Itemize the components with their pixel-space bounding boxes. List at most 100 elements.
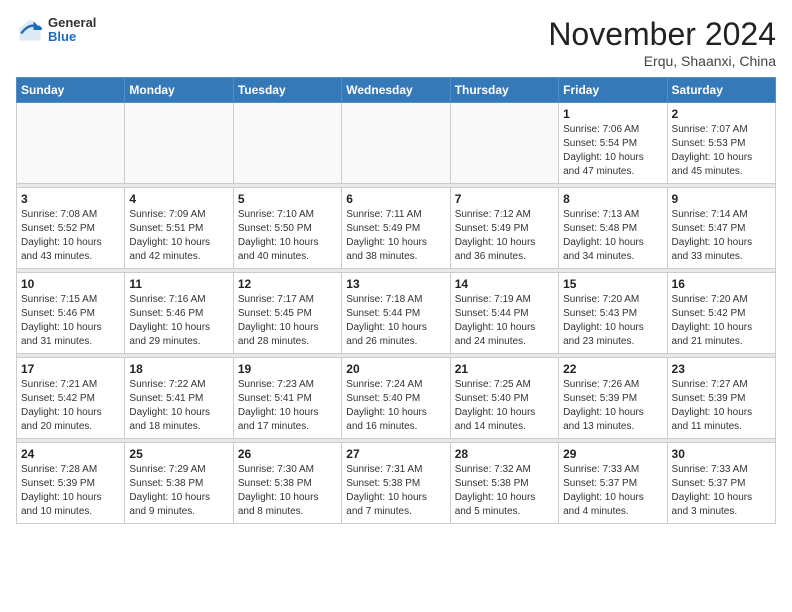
day-info: Sunrise: 7:09 AM Sunset: 5:51 PM Dayligh… [129,208,228,264]
day-number: 29 [563,447,662,461]
calendar-cell: 26 Sunrise: 7:30 AM Sunset: 5:38 PM Dayli… [233,443,341,524]
calendar-week-row: 24Sunrise: 7:28 AM Sunset: 5:39 PM Dayli… [17,443,776,524]
calendar-cell: 5Sunrise: 7:10 AM Sunset: 5:50 PM Daylig… [233,188,341,269]
calendar-cell: 28 Sunrise: 7:32 AM Sunset: 5:38 PM Dayli… [450,443,558,524]
day-info: Sunrise: 7:12 AM Sunset: 5:49 PM Dayligh… [455,208,554,264]
day-info: Sunrise: 7:30 AM Sunset: 5:38 PM Dayligh… [238,463,337,519]
calendar-week-row: 3 Sunrise: 7:08 AM Sunset: 5:52 PM Daylig… [17,188,776,269]
day-info: Sunrise: 7:22 AM Sunset: 5:41 PM Dayligh… [129,378,228,434]
calendar-cell: 11 Sunrise: 7:16 AM Sunset: 5:46 PM Dayli… [125,273,233,354]
day-info: Sunrise: 7:08 AM Sunset: 5:52 PM Dayligh… [21,208,120,264]
weekday-header-monday: Monday [125,78,233,103]
calendar-cell: 1 Sunrise: 7:06 AM Sunset: 5:54 PM Daylig… [559,103,667,184]
day-info: Sunrise: 7:07 AM Sunset: 5:53 PM Dayligh… [672,123,771,179]
day-number: 27 [346,447,445,461]
day-number: 17 [21,362,120,376]
day-number: 10 [21,277,120,291]
day-info: Sunrise: 7:14 AM Sunset: 5:47 PM Dayligh… [672,208,771,264]
day-number: 11 [129,277,228,291]
day-info: Sunrise: 7:31 AM Sunset: 5:38 PM Dayligh… [346,463,445,519]
calendar-cell: 15 Sunrise: 7:20 AM Sunset: 5:43 PM Dayli… [559,273,667,354]
day-number: 12 [238,277,337,291]
calendar-cell: 20Sunrise: 7:24 AM Sunset: 5:40 PM Dayli… [342,358,450,439]
day-number: 22 [563,362,662,376]
calendar-week-row: 17 Sunrise: 7:21 AM Sunset: 5:42 PM Dayli… [17,358,776,439]
logo-line2: Blue [48,30,96,44]
calendar-cell: 16Sunrise: 7:20 AM Sunset: 5:42 PM Dayli… [667,273,775,354]
day-number: 3 [21,192,120,206]
calendar-cell: 19 Sunrise: 7:23 AM Sunset: 5:41 PM Dayli… [233,358,341,439]
calendar-cell [233,103,341,184]
day-number: 21 [455,362,554,376]
day-number: 23 [672,362,771,376]
calendar-cell: 22 Sunrise: 7:26 AM Sunset: 5:39 PM Dayli… [559,358,667,439]
day-number: 7 [455,192,554,206]
logo-icon [16,16,44,44]
day-number: 26 [238,447,337,461]
calendar-cell [450,103,558,184]
day-number: 2 [672,107,771,121]
page-header: General Blue November 2024 Erqu, Shaanxi… [16,16,776,69]
calendar-cell: 2 Sunrise: 7:07 AM Sunset: 5:53 PM Daylig… [667,103,775,184]
weekday-header-saturday: Saturday [667,78,775,103]
day-number: 28 [455,447,554,461]
day-info: Sunrise: 7:32 AM Sunset: 5:38 PM Dayligh… [455,463,554,519]
weekday-header-thursday: Thursday [450,78,558,103]
day-number: 8 [563,192,662,206]
weekday-header-wednesday: Wednesday [342,78,450,103]
day-info: Sunrise: 7:21 AM Sunset: 5:42 PM Dayligh… [21,378,120,434]
day-info: Sunrise: 7:27 AM Sunset: 5:39 PM Dayligh… [672,378,771,434]
calendar-cell: 27 Sunrise: 7:31 AM Sunset: 5:38 PM Dayli… [342,443,450,524]
day-info: Sunrise: 7:23 AM Sunset: 5:41 PM Dayligh… [238,378,337,434]
month-title: November 2024 [548,16,776,53]
calendar-cell: 7 Sunrise: 7:12 AM Sunset: 5:49 PM Daylig… [450,188,558,269]
calendar-cell: 14 Sunrise: 7:19 AM Sunset: 5:44 PM Dayli… [450,273,558,354]
calendar-cell: 29 Sunrise: 7:33 AM Sunset: 5:37 PM Dayli… [559,443,667,524]
day-info: Sunrise: 7:19 AM Sunset: 5:44 PM Dayligh… [455,293,554,349]
calendar-cell: 6Sunrise: 7:11 AM Sunset: 5:49 PM Daylig… [342,188,450,269]
day-number: 5 [238,192,337,206]
day-info: Sunrise: 7:33 AM Sunset: 5:37 PM Dayligh… [672,463,771,519]
logo-text: General Blue [48,16,96,45]
day-number: 19 [238,362,337,376]
day-number: 24 [21,447,120,461]
day-info: Sunrise: 7:29 AM Sunset: 5:38 PM Dayligh… [129,463,228,519]
weekday-header-row: SundayMondayTuesdayWednesdayThursdayFrid… [17,78,776,103]
calendar-cell: 8 Sunrise: 7:13 AM Sunset: 5:48 PM Daylig… [559,188,667,269]
calendar-cell: 3 Sunrise: 7:08 AM Sunset: 5:52 PM Daylig… [17,188,125,269]
logo-line1: General [48,16,96,30]
day-info: Sunrise: 7:16 AM Sunset: 5:46 PM Dayligh… [129,293,228,349]
day-info: Sunrise: 7:06 AM Sunset: 5:54 PM Dayligh… [563,123,662,179]
day-info: Sunrise: 7:20 AM Sunset: 5:42 PM Dayligh… [672,293,771,349]
calendar-cell [342,103,450,184]
day-number: 1 [563,107,662,121]
calendar-cell [17,103,125,184]
day-number: 13 [346,277,445,291]
day-info: Sunrise: 7:33 AM Sunset: 5:37 PM Dayligh… [563,463,662,519]
day-info: Sunrise: 7:18 AM Sunset: 5:44 PM Dayligh… [346,293,445,349]
day-info: Sunrise: 7:20 AM Sunset: 5:43 PM Dayligh… [563,293,662,349]
day-number: 9 [672,192,771,206]
day-info: Sunrise: 7:13 AM Sunset: 5:48 PM Dayligh… [563,208,662,264]
day-info: Sunrise: 7:26 AM Sunset: 5:39 PM Dayligh… [563,378,662,434]
calendar-cell: 24Sunrise: 7:28 AM Sunset: 5:39 PM Dayli… [17,443,125,524]
weekday-header-friday: Friday [559,78,667,103]
calendar-cell: 13 Sunrise: 7:18 AM Sunset: 5:44 PM Dayli… [342,273,450,354]
calendar-week-row: 1 Sunrise: 7:06 AM Sunset: 5:54 PM Daylig… [17,103,776,184]
day-info: Sunrise: 7:17 AM Sunset: 5:45 PM Dayligh… [238,293,337,349]
day-number: 6 [346,192,445,206]
calendar-week-row: 10 Sunrise: 7:15 AM Sunset: 5:46 PM Dayli… [17,273,776,354]
day-info: Sunrise: 7:15 AM Sunset: 5:46 PM Dayligh… [21,293,120,349]
day-number: 14 [455,277,554,291]
calendar-cell: 10 Sunrise: 7:15 AM Sunset: 5:46 PM Dayli… [17,273,125,354]
calendar-cell [125,103,233,184]
calendar-cell: 18 Sunrise: 7:22 AM Sunset: 5:41 PM Dayli… [125,358,233,439]
day-number: 15 [563,277,662,291]
day-number: 30 [672,447,771,461]
weekday-header-sunday: Sunday [17,78,125,103]
calendar-cell: 4Sunrise: 7:09 AM Sunset: 5:51 PM Daylig… [125,188,233,269]
calendar-cell: 23 Sunrise: 7:27 AM Sunset: 5:39 PM Dayli… [667,358,775,439]
calendar-cell: 30 Sunrise: 7:33 AM Sunset: 5:37 PM Dayli… [667,443,775,524]
calendar-cell: 12 Sunrise: 7:17 AM Sunset: 5:45 PM Dayli… [233,273,341,354]
day-number: 18 [129,362,228,376]
